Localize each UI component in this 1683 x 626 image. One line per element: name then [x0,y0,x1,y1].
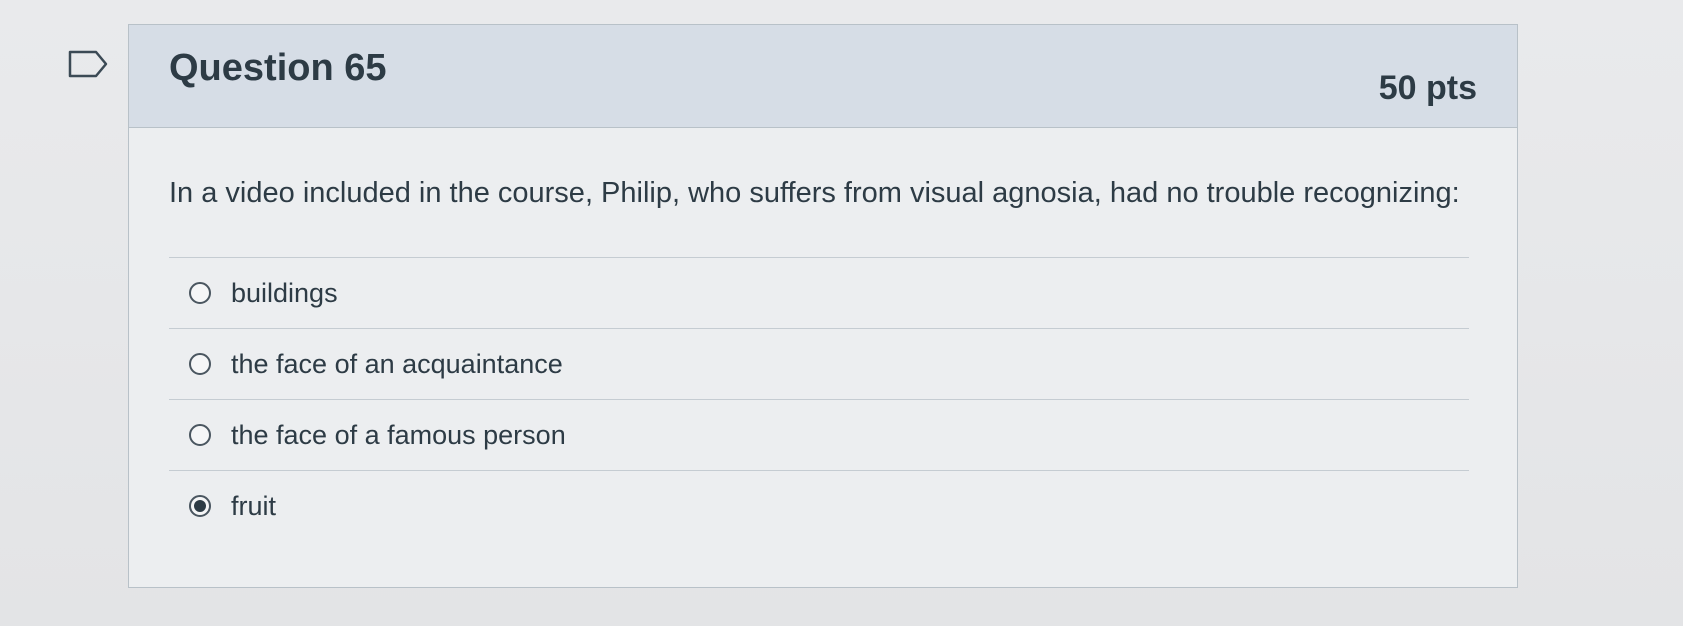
question-text: In a video included in the course, Phili… [169,177,1460,209]
answer-option-famous-person-face[interactable]: the face of a famous person [169,399,1469,470]
answer-label: fruit [231,490,277,521]
answer-label: the face of a famous person [231,419,566,450]
question-card: Question 65 50 pts In a video included i… [128,24,1518,588]
answer-option-buildings[interactable]: buildings [169,257,1469,328]
answer-label: buildings [231,277,338,308]
question-header: Question 65 50 pts [129,25,1517,128]
answer-label: the face of an acquaintance [231,348,563,379]
answer-list: buildings the face of an acquaintance th… [169,257,1469,541]
question-points: 50 pts [1378,69,1477,107]
answer-option-fruit[interactable]: fruit [169,470,1469,541]
radio-button[interactable] [189,353,211,375]
radio-button[interactable] [189,282,211,304]
answer-option-acquaintance-face[interactable]: the face of an acquaintance [169,328,1469,399]
radio-button[interactable] [189,424,211,446]
flag-question-icon[interactable] [68,50,108,78]
radio-button-selected[interactable] [189,495,211,517]
question-title: Question 65 [169,47,387,89]
